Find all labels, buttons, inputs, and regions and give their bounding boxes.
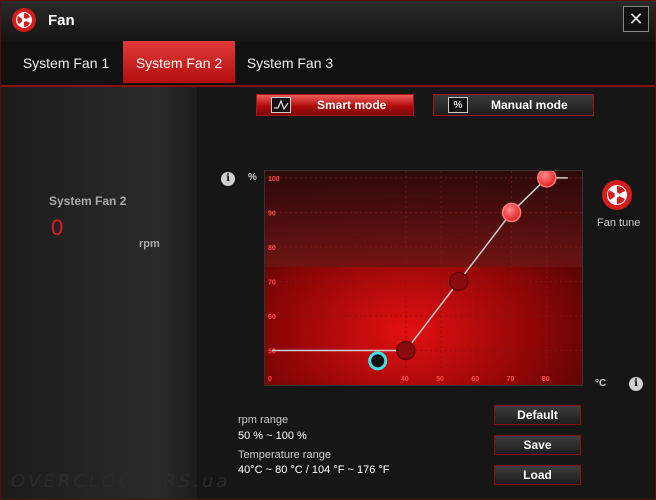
fan-curve-chart: 50 60 70 80 90 100 0 40 50 60 70 80 xyxy=(264,168,583,386)
manual-mode-button[interactable]: % Manual mode xyxy=(433,94,594,116)
fan-tabs: System Fan 1 System Fan 2 System Fan 3 xyxy=(1,41,655,87)
smart-mode-label: Smart mode xyxy=(317,98,387,112)
fan-tune-icon[interactable] xyxy=(601,179,633,211)
smart-mode-button[interactable]: Smart mode xyxy=(256,94,414,116)
y-tick-label: 90 xyxy=(268,210,276,217)
x-tick-label: 0 xyxy=(268,376,272,383)
default-button[interactable]: Default xyxy=(494,405,581,425)
window-title: Fan xyxy=(48,12,75,29)
fan-window: Fan ✕ System Fan 1 System Fan 2 System F… xyxy=(0,0,656,500)
curve-control-point[interactable] xyxy=(396,340,416,361)
y-axis-unit: % xyxy=(248,172,257,183)
fan-name-label: System Fan 2 xyxy=(49,194,127,208)
fan-rpm-value: 0 xyxy=(51,215,64,240)
title-bar: Fan ✕ xyxy=(1,1,655,41)
rpm-range-label: rpm range xyxy=(238,414,289,426)
load-button[interactable]: Load xyxy=(494,465,581,485)
curve-control-point[interactable] xyxy=(537,168,557,188)
current-operating-point xyxy=(368,351,388,371)
tab-system-fan-1[interactable]: System Fan 1 xyxy=(11,41,121,83)
manual-mode-label: Manual mode xyxy=(491,98,568,112)
y-tick-label: 70 xyxy=(268,279,276,286)
y-tick-label: 50 xyxy=(268,348,276,355)
fan-tune-label: Fan tune xyxy=(597,217,641,229)
x-tick-label: 40 xyxy=(401,376,409,383)
percent-icon: % xyxy=(448,97,468,113)
x-tick-label: 60 xyxy=(471,376,479,383)
x-axis-unit: °C xyxy=(595,378,607,389)
y-tick-label: 60 xyxy=(268,314,276,321)
close-button[interactable]: ✕ xyxy=(623,6,649,32)
tab-system-fan-3[interactable]: System Fan 3 xyxy=(237,41,343,83)
rpm-range-value: 50 % ~ 100 % xyxy=(238,430,307,442)
fan-curve-svg[interactable]: 50 60 70 80 90 100 0 40 50 60 70 80 xyxy=(265,168,582,385)
chart-info-icon[interactable]: i xyxy=(221,172,235,186)
app-logo-icon xyxy=(12,8,36,32)
temperature-info-icon[interactable]: i xyxy=(629,377,643,391)
tab-system-fan-2[interactable]: System Fan 2 xyxy=(123,41,235,83)
temperature-range-label: Temperature range xyxy=(238,449,331,461)
x-tick-label: 80 xyxy=(542,376,550,383)
temperature-range-value: 40°C ~ 80 °C / 104 °F ~ 176 °F xyxy=(238,464,390,476)
fan-rpm-unit: rpm xyxy=(139,238,160,250)
curve-icon xyxy=(271,97,291,113)
watermark: OVERCLOCKERS.ua xyxy=(11,471,231,492)
x-tick-label: 70 xyxy=(507,376,515,383)
curve-control-point[interactable] xyxy=(448,271,469,292)
curve-control-point[interactable] xyxy=(501,202,522,223)
fan-status-panel: System Fan 2 0 rpm xyxy=(1,87,197,499)
save-button[interactable]: Save xyxy=(494,435,581,455)
y-tick-label: 100 xyxy=(268,176,280,183)
close-icon: ✕ xyxy=(628,9,644,29)
x-tick-label: 50 xyxy=(436,376,444,383)
y-tick-label: 80 xyxy=(268,245,276,252)
